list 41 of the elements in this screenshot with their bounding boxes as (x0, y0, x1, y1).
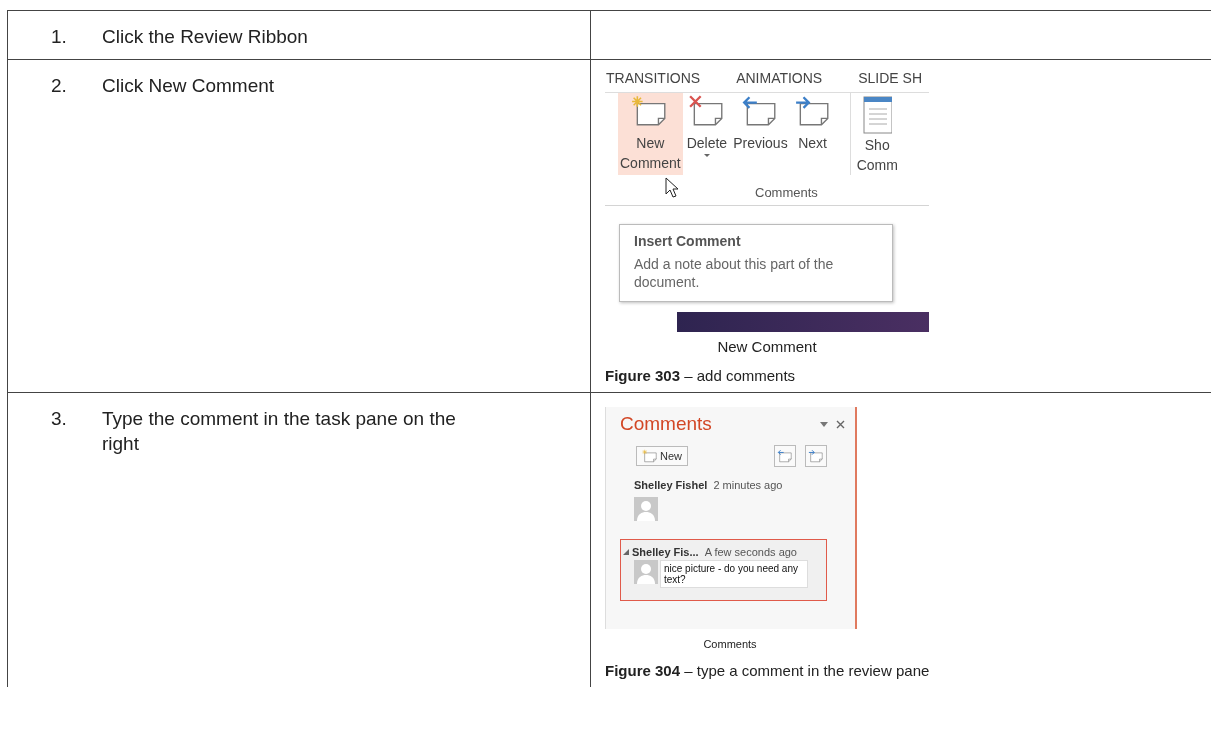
figure-caption: Figure 303 – add comments (605, 367, 797, 384)
previous-comment-button[interactable]: Previous (731, 93, 790, 175)
step-text: Click the Review Ribbon (102, 25, 309, 49)
new-comment-button[interactable]: New (636, 446, 688, 466)
pane-title: Comments (620, 413, 713, 435)
comment-card[interactable]: Shelley Fis... A few seconds ago nice picture - do you need any text? (620, 539, 827, 601)
note-icon (808, 449, 824, 463)
mouse-pointer-icon (665, 177, 679, 199)
tooltip-text: Add a note about this part of the document. (634, 255, 835, 291)
delete-comment-button[interactable]: Delete (684, 93, 730, 175)
comment-author: Shelley Fis... (632, 546, 699, 558)
dropdown-icon[interactable] (820, 421, 828, 427)
comment-card[interactable]: Shelley Fishel 2 minutes ago (634, 479, 855, 521)
note-icon (777, 449, 793, 463)
collapse-icon[interactable] (623, 549, 629, 555)
show-comment-button[interactable]: Sho Comm (849, 93, 900, 175)
next-comment-button[interactable] (805, 445, 827, 467)
previous-comment-button[interactable] (774, 445, 796, 467)
figure-caption: Figure 304 – type a comment in the review pane (605, 662, 931, 679)
avatar-icon (634, 560, 658, 584)
step-text: Type the comment in the task pane on the right (102, 407, 457, 456)
step-text: Click New Comment (102, 74, 276, 98)
ribbon-tab[interactable]: ANIMATIONS (736, 70, 823, 92)
comment-time: A few seconds ago (704, 546, 797, 558)
step-number: 2. (51, 74, 68, 98)
new-comment-button[interactable]: New Comment (618, 93, 683, 175)
comment-time: 2 minutes ago (713, 479, 783, 491)
image-caption: New Comment (716, 338, 818, 355)
note-icon (642, 449, 658, 463)
comment-author: Shelley Fishel (634, 479, 708, 491)
step-number: 3. (51, 407, 68, 431)
image-caption: Comments (702, 638, 758, 650)
avatar-icon (634, 497, 658, 521)
group-label: Comments (755, 185, 818, 200)
next-comment-button[interactable]: Next (791, 93, 834, 175)
ribbon-tab[interactable]: SLIDE SH (858, 70, 922, 92)
tooltip-title: Insert Comment (634, 233, 742, 249)
ribbon-tab[interactable]: TRANSITIONS (606, 70, 701, 92)
comment-input[interactable]: nice picture - do you need any text? (660, 560, 808, 588)
close-icon[interactable] (836, 419, 845, 429)
step-number: 1. (51, 25, 68, 49)
